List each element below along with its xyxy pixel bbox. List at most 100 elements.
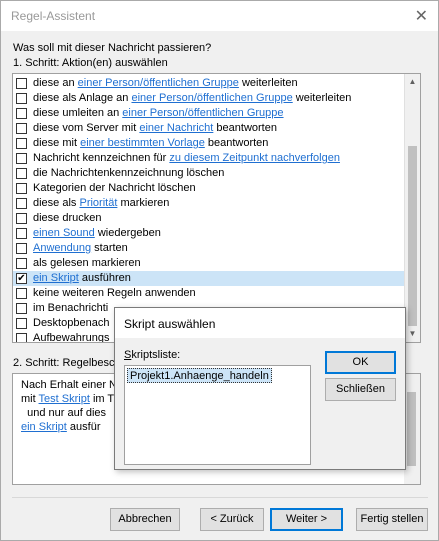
action-row[interactable]: diese vom Server mit einer Nachricht bea… bbox=[13, 121, 405, 136]
description-text: mit bbox=[21, 393, 39, 405]
action-list[interactable]: diese an einer Person/öffentlichen Grupp… bbox=[12, 73, 421, 343]
action-link[interactable]: Priorität bbox=[79, 197, 117, 209]
next-button[interactable]: Weiter > bbox=[270, 508, 343, 531]
close-icon[interactable]: ✕ bbox=[415, 6, 428, 26]
dialog-title-bar: Skript auswählen bbox=[115, 308, 405, 338]
script-link[interactable]: ein Skript bbox=[21, 421, 67, 433]
scroll-down-icon[interactable]: ▼ bbox=[405, 326, 420, 342]
dialog-title: Skript auswählen bbox=[124, 317, 216, 331]
separator bbox=[12, 497, 428, 498]
action-list-scrollbar[interactable]: ▲ ▼ bbox=[404, 74, 420, 342]
action-text: starten bbox=[91, 242, 128, 254]
action-row[interactable]: diese mit einer bestimmten Vorlage beant… bbox=[13, 136, 405, 151]
action-text: Nachricht kennzeichnen für bbox=[33, 152, 170, 164]
action-text: ausführen bbox=[78, 272, 131, 284]
script-list[interactable]: Projekt1.Anhaenge_handeln bbox=[124, 365, 311, 465]
action-row[interactable]: Anwendung starten bbox=[13, 241, 405, 256]
action-label: diese als Anlage an einer Person/öffentl… bbox=[33, 91, 351, 106]
action-row[interactable]: die Nachrichtenkennzeichnung löschen bbox=[13, 166, 405, 181]
description-line-3: und nur auf dies bbox=[21, 407, 107, 419]
action-text: als gelesen markieren bbox=[33, 257, 141, 269]
checkbox[interactable] bbox=[16, 258, 27, 269]
action-link[interactable]: ein Skript bbox=[33, 272, 79, 284]
test-script-link[interactable]: Test Skript bbox=[39, 393, 90, 405]
checkbox[interactable] bbox=[16, 168, 27, 179]
action-text: Aufbewahrungs bbox=[33, 332, 110, 343]
action-text: weiterleiten bbox=[238, 77, 298, 89]
script-list-item[interactable]: Projekt1.Anhaenge_handeln bbox=[127, 368, 272, 383]
description-scrollbar[interactable] bbox=[404, 374, 420, 484]
checkbox[interactable] bbox=[16, 183, 27, 194]
checkbox[interactable] bbox=[16, 318, 27, 329]
scroll-thumb[interactable] bbox=[408, 146, 417, 326]
action-row[interactable]: diese als Priorität markieren bbox=[13, 196, 405, 211]
step2-label: 2. Schritt: Regelbesc bbox=[13, 357, 115, 369]
description-text: ausfür bbox=[66, 421, 101, 433]
action-link[interactable]: einer bestimmten Vorlage bbox=[80, 137, 205, 149]
checkbox[interactable] bbox=[16, 288, 27, 299]
action-text: markieren bbox=[117, 197, 170, 209]
action-link[interactable]: einer Nachricht bbox=[139, 122, 213, 134]
action-label: diese umleiten an einer Person/öffentlic… bbox=[33, 106, 284, 121]
action-label: Desktopbenach bbox=[33, 316, 109, 331]
action-row[interactable]: Nachricht kennzeichnen für zu diesem Zei… bbox=[13, 151, 405, 166]
checkbox[interactable] bbox=[16, 213, 27, 224]
action-link[interactable]: Anwendung bbox=[33, 242, 91, 254]
rules-wizard-window: Regel-Assistent ✕ Was soll mit dieser Na… bbox=[0, 0, 439, 541]
action-label: Nachricht kennzeichnen für zu diesem Zei… bbox=[33, 151, 340, 166]
step1-label: 1. Schritt: Aktion(en) auswählen bbox=[13, 57, 168, 69]
checkbox[interactable] bbox=[16, 93, 27, 104]
action-label: diese an einer Person/öffentlichen Grupp… bbox=[33, 76, 298, 91]
action-row[interactable]: diese als Anlage an einer Person/öffentl… bbox=[13, 91, 405, 106]
checkbox[interactable] bbox=[16, 243, 27, 254]
ok-button[interactable]: OK bbox=[325, 351, 396, 374]
checkbox[interactable] bbox=[16, 123, 27, 134]
action-text: die Nachrichtenkennzeichnung löschen bbox=[33, 167, 225, 179]
action-text: diese vom Server mit bbox=[33, 122, 140, 134]
action-row[interactable]: diese drucken bbox=[13, 211, 405, 226]
action-row[interactable]: diese an einer Person/öffentlichen Grupp… bbox=[13, 76, 405, 91]
description-text: im T bbox=[89, 393, 115, 405]
checkbox[interactable] bbox=[16, 228, 27, 239]
action-link[interactable]: einen Sound bbox=[33, 227, 95, 239]
action-label: Aufbewahrungs bbox=[33, 331, 110, 343]
action-label: Kategorien der Nachricht löschen bbox=[33, 181, 196, 196]
action-row[interactable]: keine weiteren Regeln anwenden bbox=[13, 286, 405, 301]
action-row[interactable]: ✔ ein Skript ausführen bbox=[13, 271, 405, 286]
action-row[interactable]: als gelesen markieren bbox=[13, 256, 405, 271]
action-label: diese vom Server mit einer Nachricht bea… bbox=[33, 121, 277, 136]
action-label: diese drucken bbox=[33, 211, 102, 226]
action-link[interactable]: einer Person/öffentlichen Gruppe bbox=[131, 92, 292, 104]
title-bar: Regel-Assistent ✕ bbox=[1, 1, 438, 31]
action-label: einen Sound wiedergeben bbox=[33, 226, 161, 241]
action-label: keine weiteren Regeln anwenden bbox=[33, 286, 196, 301]
checkbox[interactable] bbox=[16, 138, 27, 149]
action-row[interactable]: diese umleiten an einer Person/öffentlic… bbox=[13, 106, 405, 121]
back-button[interactable]: < Zurück bbox=[200, 508, 264, 531]
checkbox-checked[interactable]: ✔ bbox=[16, 273, 27, 284]
checkbox[interactable] bbox=[16, 153, 27, 164]
action-link[interactable]: zu diesem Zeitpunkt nachverfolgen bbox=[169, 152, 340, 164]
checkbox[interactable] bbox=[16, 78, 27, 89]
checkbox[interactable] bbox=[16, 108, 27, 119]
finish-button[interactable]: Fertig stellen bbox=[356, 508, 428, 531]
checkbox[interactable] bbox=[16, 198, 27, 209]
checkbox[interactable] bbox=[16, 303, 27, 314]
description-line-4: ein Skript ausfür bbox=[21, 420, 101, 434]
action-text: diese als Anlage an bbox=[33, 92, 132, 104]
action-label: diese als Priorität markieren bbox=[33, 196, 169, 211]
scroll-thumb[interactable] bbox=[407, 392, 416, 466]
action-label: als gelesen markieren bbox=[33, 256, 141, 271]
action-row[interactable]: einen Sound wiedergeben bbox=[13, 226, 405, 241]
action-link[interactable]: einer Person/öffentlichen Gruppe bbox=[78, 77, 239, 89]
action-text: keine weiteren Regeln anwenden bbox=[33, 287, 196, 299]
dialog-close-button[interactable]: Schließen bbox=[325, 378, 396, 401]
scroll-up-icon[interactable]: ▲ bbox=[405, 74, 420, 90]
action-link[interactable]: einer Person/öffentlichen Gruppe bbox=[122, 107, 283, 119]
action-row[interactable]: Kategorien der Nachricht löschen bbox=[13, 181, 405, 196]
action-text: diese an bbox=[33, 77, 78, 89]
checkbox[interactable] bbox=[16, 333, 27, 342]
action-text: beantworten bbox=[204, 137, 269, 149]
cancel-button[interactable]: Abbrechen bbox=[110, 508, 180, 531]
action-text: diese mit bbox=[33, 137, 81, 149]
